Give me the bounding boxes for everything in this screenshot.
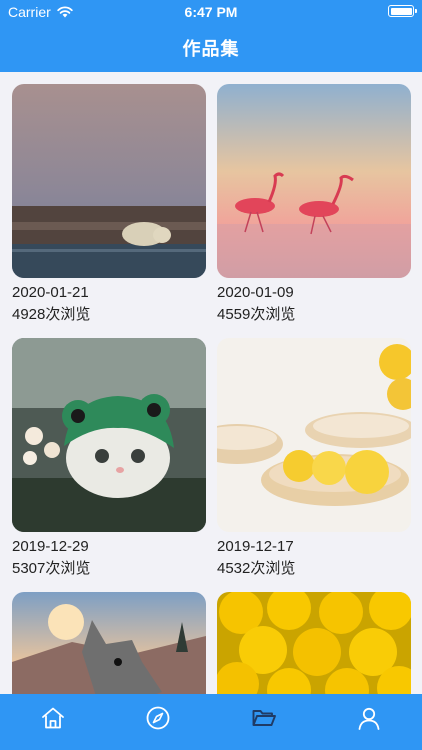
- dog-sunset-photo: [12, 592, 206, 694]
- gallery-card[interactable]: 2020-01-21 4928次浏览: [12, 84, 206, 326]
- gallery-card[interactable]: 2019-12-29 5307次浏览: [12, 338, 206, 580]
- card-views: 4532次浏览: [217, 560, 296, 577]
- status-bar: Carrier 6:47 PM: [0, 0, 422, 24]
- gallery-card[interactable]: 2019-12-17 4532次浏览: [217, 338, 411, 580]
- compass-icon: [146, 706, 170, 730]
- card-views: 4559次浏览: [217, 306, 296, 323]
- thumbnail[interactable]: [217, 592, 411, 694]
- gallery-card[interactable]: [217, 592, 411, 694]
- page-title: 作品集: [182, 39, 240, 60]
- tab-discover[interactable]: [138, 700, 178, 736]
- gallery-card[interactable]: 2020-01-09 4559次浏览: [217, 84, 411, 326]
- tab-bar: [0, 694, 422, 750]
- card-date: 2020-01-09: [217, 284, 294, 301]
- thumbnail[interactable]: [12, 338, 206, 532]
- person-icon: [358, 707, 380, 730]
- app-root: Carrier 6:47 PM 作品集 2020-01-21 4928次浏览 2…: [0, 0, 422, 750]
- thumbnail[interactable]: [217, 84, 411, 278]
- card-date: 2019-12-17: [217, 538, 294, 555]
- home-icon: [41, 707, 64, 729]
- yellow-flowers-photo: [217, 592, 411, 694]
- card-views: 4928次浏览: [12, 306, 91, 323]
- clock: 6:47 PM: [184, 4, 238, 20]
- polar-bear-photo: [12, 84, 206, 278]
- card-views: 5307次浏览: [12, 560, 91, 577]
- folder-icon: [252, 710, 276, 726]
- lemon-slices-photo: [217, 338, 411, 532]
- battery-icon: [388, 5, 417, 17]
- tab-portfolio[interactable]: [244, 700, 284, 736]
- header: Carrier 6:47 PM 作品集: [0, 0, 422, 72]
- card-date: 2020-01-21: [12, 284, 89, 301]
- thumbnail[interactable]: [12, 592, 206, 694]
- gallery-card[interactable]: [12, 592, 206, 694]
- kitten-frog-hat-photo: [12, 338, 206, 532]
- thumbnail[interactable]: [217, 338, 411, 532]
- gallery-grid[interactable]: 2020-01-21 4928次浏览 2020-01-09 4559次浏览 20…: [0, 72, 422, 694]
- tab-profile[interactable]: [349, 700, 389, 736]
- thumbnail[interactable]: [12, 84, 206, 278]
- card-date: 2019-12-29: [12, 538, 89, 555]
- tab-home[interactable]: [33, 700, 73, 736]
- flamingos-photo: [217, 84, 411, 278]
